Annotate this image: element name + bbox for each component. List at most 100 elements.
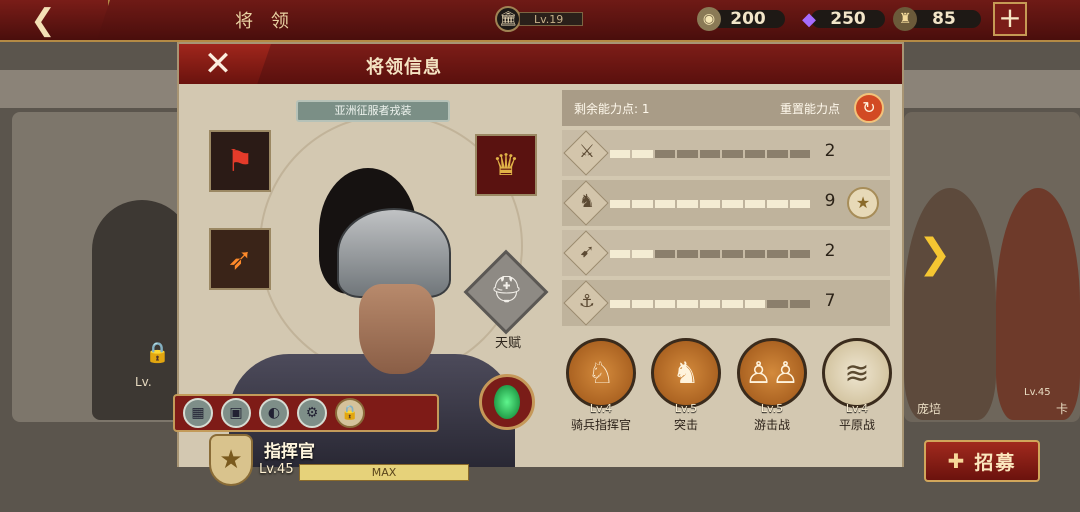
reset-points-button[interactable]: ↻ <box>854 93 884 123</box>
stat-segment <box>744 250 766 258</box>
neighbor-hero-name: 庞培 <box>917 402 942 416</box>
stat-segment <box>722 150 743 158</box>
panel-title: 将领信息 <box>366 57 442 78</box>
ability-points-label: 剩余能力点: 1 <box>574 102 650 116</box>
neighbor-hero-level: Lv.45 <box>1024 387 1051 398</box>
anchor-icon: ⚓ <box>578 291 596 312</box>
stat-segment <box>699 300 721 308</box>
building-icon: 🏛 <box>495 6 521 32</box>
bow-icon: ➹ <box>579 241 595 262</box>
hero-rank-title: 指挥官 <box>264 442 315 462</box>
recruit-button[interactable]: ✚ 招募 <box>924 440 1040 482</box>
lock-icon: 🔒 <box>145 340 170 364</box>
spear-icon: ➶ <box>227 241 253 277</box>
tactic-level: Lv.5 <box>674 402 698 415</box>
page-title: 将 领 <box>235 11 295 32</box>
stat-segment <box>699 250 721 258</box>
gem-icon: ◆ <box>802 8 816 30</box>
tactic-skirmish[interactable]: ♙♙ Lv.5 游击战 <box>735 338 809 433</box>
cavalry-charge-icon: ♞ <box>651 338 721 408</box>
player-level-text: Lv.19 <box>519 12 583 26</box>
stat-segment <box>610 150 631 158</box>
stat-segment <box>722 200 743 208</box>
tactic-cavalry-commander[interactable]: ♘ Lv.4 骑兵指挥官 <box>564 338 638 433</box>
tactic-name: 突击 <box>673 418 698 432</box>
stat-segment <box>789 150 810 158</box>
gem-slot[interactable] <box>479 374 535 430</box>
stat-row-infantry[interactable]: ⚔ 2 <box>562 130 890 176</box>
locked-hero-level: Lv. <box>135 375 152 389</box>
hero-portrait-pompey <box>904 188 996 420</box>
hero-face <box>359 284 435 374</box>
top-bar: ❮ 将 领 🏛 Lv.19 200 ◉ 250 ◆ 85 ♜ + <box>0 0 1080 42</box>
stat-segment <box>654 300 676 308</box>
stat-segment <box>677 250 698 258</box>
skill-lock-icon[interactable]: 🔒 <box>335 398 365 428</box>
stat-segment <box>699 200 721 208</box>
gem-resource[interactable]: 250 ◆ <box>797 7 887 31</box>
tactic-name: 平原战 <box>838 418 875 432</box>
neighbor-hero-name-2: 卡 <box>1056 402 1069 416</box>
banner-item-slot[interactable]: ⚑ <box>209 130 271 192</box>
stat-bar <box>610 150 810 158</box>
stat-segment <box>789 300 810 308</box>
tactic-plains[interactable]: ≋ Lv.4 平原战 <box>820 338 894 433</box>
stat-segment <box>789 200 810 208</box>
refresh-icon: ↻ <box>862 98 876 117</box>
pharaoh-mask-icon: ♛ <box>492 147 520 183</box>
coin-icon: ◉ <box>697 7 721 31</box>
hero-info-panel: ✕ 将领信息 亚洲征服者戎装 ⚑ ➶ ♛ ⛑ 天赋 ▦ ▣ ◐ ⚙ 🔒 ★ 指挥… <box>173 42 904 486</box>
honor-icon: ♜ <box>893 7 917 31</box>
banner-icon: ⚑ <box>226 143 254 179</box>
skill-slot-2-icon[interactable]: ▣ <box>221 398 251 428</box>
star-medal-icon[interactable]: ★ <box>847 187 879 219</box>
experience-bar: MAX <box>299 464 469 481</box>
add-resource-button[interactable]: + <box>993 2 1027 36</box>
panel-header: ✕ 将领信息 <box>179 44 902 86</box>
next-hero-arrow[interactable]: ❯ <box>918 232 952 276</box>
stat-segment <box>722 300 743 308</box>
stat-segment <box>654 250 676 258</box>
stat-row-cavalry[interactable]: ♞ 9 ★ <box>562 180 890 226</box>
stat-value: 2 <box>824 241 836 261</box>
recruit-plus-icon: ✚ <box>947 449 965 473</box>
costume-button[interactable]: 亚洲征服者戎装 <box>296 100 450 122</box>
stat-segment <box>654 150 676 158</box>
stat-bar <box>610 250 810 258</box>
hero-level: Lv.45 <box>259 462 294 477</box>
stat-segment <box>744 300 766 308</box>
coin-resource[interactable]: 200 ◉ <box>697 7 787 31</box>
stat-bar <box>610 300 810 308</box>
horse-icon: ♞ <box>578 191 596 212</box>
skill-slot-1-icon[interactable]: ▦ <box>183 398 213 428</box>
sword-icon: ⚔ <box>578 141 596 162</box>
ability-points-row: 剩余能力点: 1 重置能力点 ↻ <box>562 90 890 126</box>
honor-amount: 85 <box>907 10 981 28</box>
gem-amount: 250 <box>811 10 885 28</box>
stat-segment <box>722 250 743 258</box>
stat-segment <box>632 250 653 258</box>
skirmish-icon: ♙♙ <box>737 338 807 408</box>
stat-segment <box>632 300 653 308</box>
stat-row-navy[interactable]: ⚓ 7 <box>562 280 890 326</box>
plains-icon: ≋ <box>822 338 892 408</box>
helmet-item-slot[interactable]: ♛ <box>475 134 537 196</box>
skill-slot-4-icon[interactable]: ⚙ <box>297 398 327 428</box>
panel-body: 亚洲征服者戎装 ⚑ ➶ ♛ ⛑ 天赋 ▦ ▣ ◐ ⚙ 🔒 ★ 指挥官 Lv.45… <box>173 84 902 486</box>
stat-value: 2 <box>824 141 836 161</box>
stat-row-archer[interactable]: ➹ 2 <box>562 230 890 276</box>
tactic-charge[interactable]: ♞ Lv.5 突击 <box>649 338 723 433</box>
weapon-item-slot[interactable]: ➶ <box>209 228 271 290</box>
stat-segment <box>677 300 698 308</box>
skill-strip: ▦ ▣ ◐ ⚙ 🔒 <box>173 394 439 432</box>
player-level[interactable]: 🏛 Lv.19 <box>495 6 590 32</box>
talent-label: 天赋 <box>494 336 521 351</box>
back-button[interactable]: ❮ <box>0 0 110 40</box>
hero-area: 亚洲征服者戎装 ⚑ ➶ ♛ ⛑ 天赋 ▦ ▣ ◐ ⚙ 🔒 ★ 指挥官 Lv.45… <box>173 84 559 486</box>
tactic-level: Lv.5 <box>760 402 784 415</box>
helmet-icon: ⛑ <box>490 275 524 305</box>
skill-slot-3-icon[interactable]: ◐ <box>259 398 289 428</box>
reset-points-label: 重置能力点 <box>780 102 841 116</box>
honor-resource[interactable]: 85 ♜ <box>893 7 983 31</box>
stat-segment <box>744 150 766 158</box>
